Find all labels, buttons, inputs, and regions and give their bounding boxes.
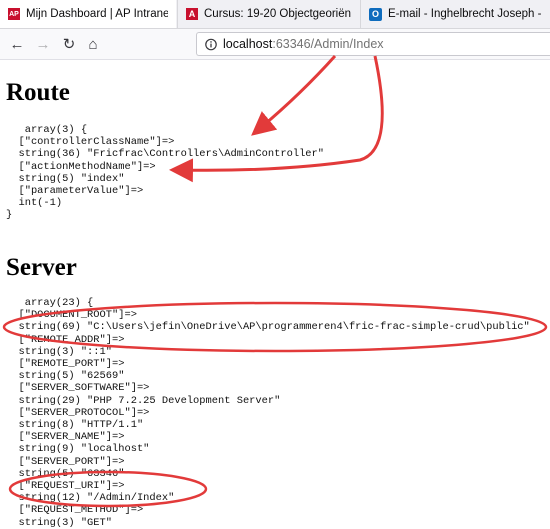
forward-arrow-icon: → <box>35 35 51 53</box>
outlook-icon: O <box>369 7 382 21</box>
route-heading: Route <box>6 79 70 106</box>
url-text: localhost:63346/Admin/Index <box>223 37 384 51</box>
server-heading: Server <box>6 254 77 281</box>
reload-button[interactable]: ↻ <box>58 34 80 54</box>
forward-button[interactable]: → <box>32 34 54 54</box>
home-icon: ⌂ <box>88 35 98 53</box>
annotation-arrow-upper <box>251 54 337 136</box>
ap-logo-icon: AP <box>8 8 20 20</box>
tab-label: Mijn Dashboard | AP Intranet <box>26 8 168 20</box>
tab-label: E-mail - Inghelbrecht Joseph - <box>388 8 542 20</box>
back-arrow-icon: ← <box>9 35 25 53</box>
navigation-bar: ← → ↻ ⌂ localhost:63346/Admin/Index <box>0 29 550 60</box>
url-path: :63346/Admin/Index <box>272 37 384 51</box>
tab-label: Cursus: 19-20 Objectgeoriënte <box>204 8 351 20</box>
tab-cursus[interactable]: A Cursus: 19-20 Objectgeoriënte <box>177 0 359 28</box>
tab-dashboard[interactable]: AP Mijn Dashboard | AP Intranet <box>0 0 176 28</box>
home-button[interactable]: ⌂ <box>82 34 104 54</box>
server-dump: array(23) { ["DOCUMENT_ROOT"]=> string(6… <box>18 297 530 529</box>
site-info-icon[interactable] <box>205 38 217 51</box>
tab-strip: AP Mijn Dashboard | AP Intranet A Cursus… <box>0 0 550 29</box>
back-button[interactable]: ← <box>6 34 28 54</box>
tab-email[interactable]: O E-mail - Inghelbrecht Joseph - <box>360 0 550 28</box>
route-dump: array(3) { ["controllerClassName"]=> str… <box>6 124 325 222</box>
url-host: localhost <box>223 37 273 51</box>
url-bar[interactable]: localhost:63346/Admin/Index <box>196 32 550 56</box>
reload-icon: ↻ <box>62 36 76 53</box>
ap-logo-icon: A <box>186 8 198 20</box>
